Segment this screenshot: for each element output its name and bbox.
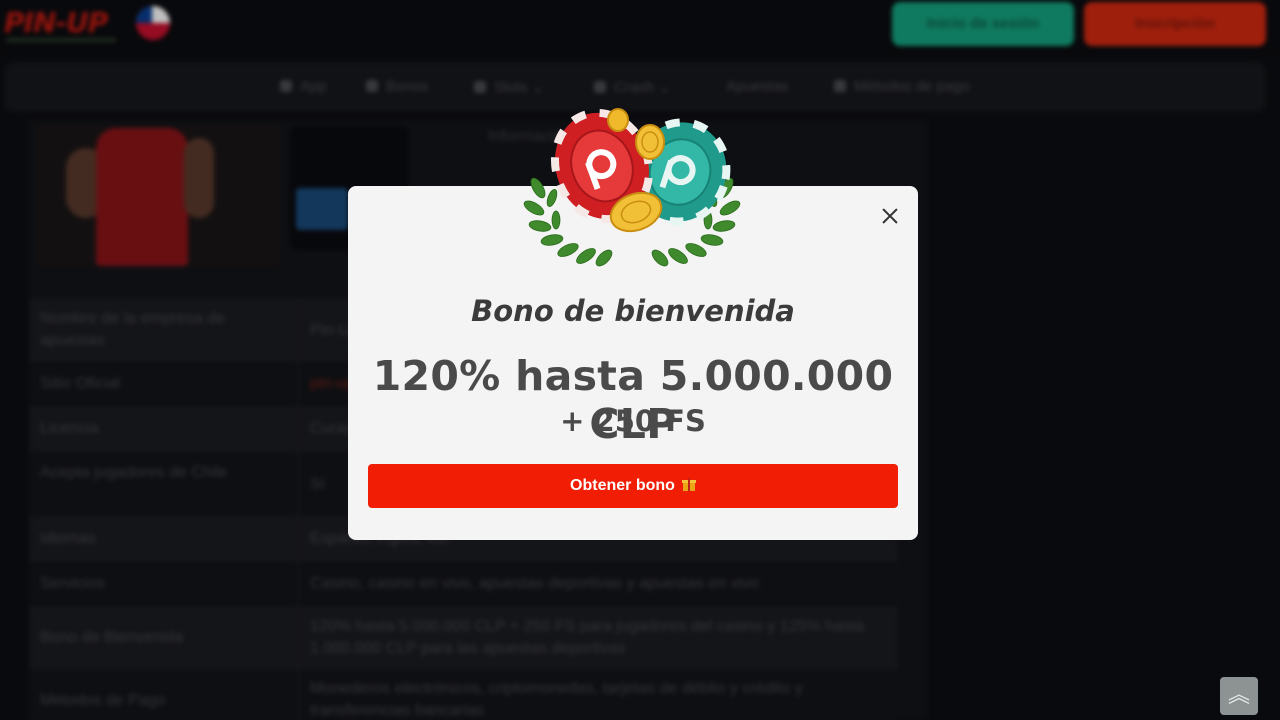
gift-icon [681, 478, 696, 491]
close-icon[interactable] [876, 202, 904, 230]
casino-chips-laurel-icon [523, 108, 741, 267]
scroll-to-top-button[interactable]: ︽ [1220, 677, 1258, 715]
free-spins-text: + 250 FS [560, 404, 706, 438]
double-chevron-up-icon: ︽ [1227, 682, 1250, 707]
get-bonus-label: Obtener bono [570, 477, 675, 494]
get-bonus-button[interactable]: Obtener bono [368, 464, 898, 508]
modal-title: Bono de bienvenida [471, 294, 795, 328]
